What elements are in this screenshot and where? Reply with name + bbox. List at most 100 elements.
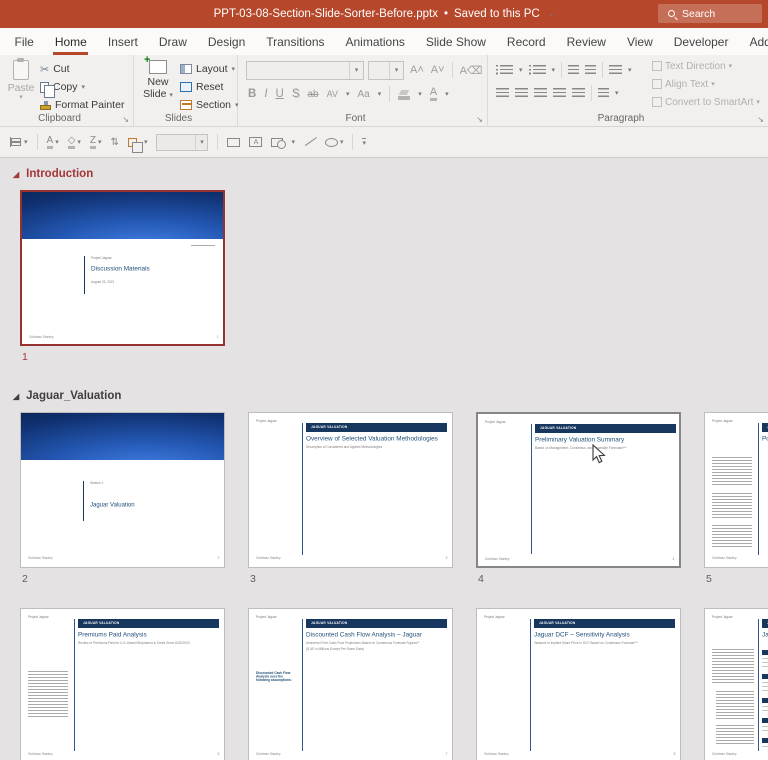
character-spacing-button[interactable]: AV [327,89,338,99]
underline-button[interactable]: U [276,88,284,100]
slide-title: Overview of Selected Valuation Methodolo… [306,435,438,442]
grow-font-button[interactable]: A˄ [410,64,424,76]
font-name-combobox[interactable]: ▾ [246,61,364,80]
copy-button[interactable]: Copy ▾ [40,78,124,96]
text-box-button[interactable]: A [249,137,262,147]
shrink-font-button[interactable]: A˅ [431,64,445,76]
chevron-down-icon[interactable]: ▾ [389,62,403,79]
highlight-pen-icon[interactable] [398,96,410,100]
sidebar-text-skeleton [716,725,754,745]
tab-slide-show[interactable]: Slide Show [415,28,496,55]
slide-sorter-canvas[interactable]: ◢ Introduction Project Jaguar Discussion… [0,158,768,760]
tab-review[interactable]: Review [556,28,616,55]
paste-button[interactable]: Paste ▾ [6,60,36,101]
new-slide-button[interactable]: New Slide ▾ [140,60,176,100]
oval-tool-button[interactable]: ▾ [325,138,344,147]
tab-developer[interactable]: Developer [663,28,739,55]
shapes-button[interactable]: ▾ [271,138,295,147]
slide-thumbnail-5[interactable]: Project Jaguar JAGUAR VALUATION Pos Gold… [704,412,768,568]
slide-thumbnail-7[interactable]: Project Jaguar JAGUAR VALUATION Discount… [248,608,453,760]
dialog-launcher-icon[interactable]: ↘ [476,115,483,124]
align-center-button[interactable] [515,88,528,98]
slide-kicker-bar: JAGUAR VALUATION [534,619,675,628]
group-paragraph: ▾ ▾ ▾ ▾ Text Direction▾ Align Text▾ [488,55,768,126]
font-color-button[interactable]: A [430,87,437,101]
arrange-shapes-button[interactable]: ▾ [10,137,28,147]
section-header-jaguar-valuation[interactable]: ◢ Jaguar_Valuation [13,390,121,402]
chevron-down-icon[interactable]: ⌄ [548,10,555,18]
columns-button[interactable] [572,88,585,98]
layout-button[interactable]: Layout ▾ [180,60,239,78]
section-button[interactable]: Section ▾ [180,96,239,114]
chevron-down-icon[interactable]: ▾ [82,84,86,91]
clear-formatting-button[interactable]: A⌫ [460,64,483,77]
text-shadow-button[interactable]: S [292,88,300,100]
change-case-button[interactable]: Aa [357,89,369,100]
slide-thumbnail-2[interactable]: Section 1 Jaguar Valuation Goldman Stanl… [20,412,225,568]
shape-combine-button[interactable]: ▾ [128,138,148,147]
reset-button[interactable]: Reset [180,78,239,96]
strikethrough-button[interactable]: ab [308,89,319,100]
slide-thumbnail-9[interactable]: Project Jaguar JAGUAR VALUATION Jagu Gol… [704,608,768,760]
shape-outline-button[interactable]: Z▾ [90,136,102,149]
dialog-launcher-icon[interactable]: ↘ [122,115,129,124]
section-header-introduction[interactable]: ◢ Introduction [13,168,93,180]
section-expanded-triangle-icon[interactable]: ◢ [13,170,19,179]
slide-thumbnail-8[interactable]: Project Jaguar JAGUAR VALUATION Jaguar D… [476,608,681,760]
numbering-button[interactable] [533,65,546,75]
align-text-button[interactable]: Align Text▾ [652,77,760,91]
qat-overflow-button[interactable]: ▾ [362,138,366,147]
convert-to-smartart-button[interactable]: Convert to SmartArt▾ [652,95,760,109]
bullets-button[interactable] [500,65,513,75]
line-tool-button[interactable] [304,136,316,148]
clipboard-group-label: Clipboard [0,113,119,124]
line-spacing-button[interactable] [609,65,622,75]
chevron-down-icon[interactable]: ▾ [195,135,207,150]
tab-home[interactable]: Home [44,28,97,55]
saved-status[interactable]: Saved to this PC [454,8,540,20]
slide-title: Premiums Paid Analysis [78,631,147,638]
shape-fill-button[interactable]: ◇▾ [68,136,81,149]
distribute-button[interactable] [598,88,609,98]
style-combobox[interactable]: ▾ [156,134,208,151]
search-input[interactable]: Search [658,4,762,23]
fill-bucket-icon: ◇ [68,136,76,149]
tab-record[interactable]: Record [496,28,556,55]
rectangle-tool-button[interactable] [227,138,240,147]
font-color-button[interactable]: A▾ [47,136,59,149]
tab-animations[interactable]: Animations [335,28,415,55]
italic-button[interactable]: I [264,88,267,100]
decrease-indent-button[interactable] [568,65,579,75]
bold-button[interactable]: B [248,88,256,100]
tab-transitions[interactable]: Transitions [256,28,335,55]
cut-button[interactable]: ✂ Cut [40,60,124,78]
tab-insert[interactable]: Insert [97,28,148,55]
slide-thumbnail-4[interactable]: Project Jaguar JAGUAR VALUATION Prelimin… [476,412,681,568]
format-painter-icon [40,105,51,110]
tab-view[interactable]: View [616,28,663,55]
slide-number-1: 1 [22,351,28,363]
copy-icon [40,82,49,93]
justify-button[interactable] [553,88,566,98]
text-direction-button[interactable]: Text Direction▾ [652,59,760,73]
increase-indent-button[interactable] [585,65,596,75]
slide-title: Jagu [762,631,768,638]
format-painter-button[interactable]: Format Painter [40,96,124,114]
slide-footer: Goldman Stanley [28,752,53,756]
tab-add-ins[interactable]: Add-ins [739,28,768,55]
slide-thumbnail-6[interactable]: Project Jaguar JAGUAR VALUATION Premiums… [20,608,225,760]
tab-draw[interactable]: Draw [148,28,197,55]
sort-order-button[interactable]: ⇅ [111,137,119,148]
tab-design[interactable]: Design [197,28,255,55]
slide-thumbnail-3[interactable]: Project Jaguar JAGUAR VALUATION Overview… [248,412,453,568]
search-label: Search [682,8,715,20]
section-expanded-triangle-icon[interactable]: ◢ [13,392,19,401]
font-size-combobox[interactable]: ▾ [368,61,404,80]
dialog-launcher-icon[interactable]: ↘ [757,115,764,124]
group-slides: New Slide ▾ Layout ▾ Reset Section ▾ Sli… [134,55,238,126]
tab-file[interactable]: File [4,28,44,55]
slide-thumbnail-1[interactable]: Project Jaguar Discussion Materials Augu… [20,190,225,346]
align-right-button[interactable] [534,88,547,98]
chevron-down-icon[interactable]: ▾ [349,62,363,79]
align-left-button[interactable] [496,88,509,98]
